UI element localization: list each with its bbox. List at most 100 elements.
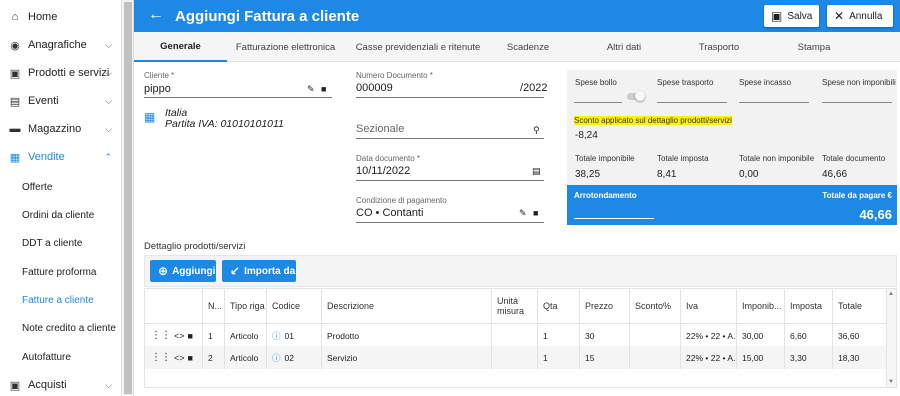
cell-imposta[interactable]: 3,30 bbox=[785, 346, 833, 369]
calendar-icon[interactable]: ▤ bbox=[532, 166, 541, 177]
cliente-input[interactable]: pippo bbox=[144, 83, 171, 95]
trash-icon[interactable]: ■ bbox=[188, 353, 193, 363]
sidebar-subitem-note-credito[interactable]: Note credito a cliente bbox=[0, 314, 122, 342]
code-icon[interactable]: <> bbox=[174, 331, 185, 341]
cell-tipo[interactable]: Articolo bbox=[225, 346, 267, 369]
cell-codice[interactable]: ⓘ 01 bbox=[267, 324, 322, 347]
cell-totale[interactable]: 18,30 bbox=[833, 346, 888, 369]
sidebar-item-home[interactable]: ⌂ Home bbox=[0, 3, 122, 31]
sidebar-subitem-proforma[interactable]: Fatture proforma bbox=[0, 258, 122, 286]
grid-header-codice[interactable]: Codice bbox=[267, 289, 322, 323]
tab-casse[interactable]: Casse previdenziali e ritenute bbox=[344, 32, 492, 62]
cell-descrizione[interactable]: Prodotto bbox=[322, 324, 492, 347]
drag-handle-icon[interactable]: ⋮⋮ bbox=[151, 352, 171, 363]
cell-unita[interactable] bbox=[492, 324, 538, 347]
sidebar-subitem-label: DDT a cliente bbox=[22, 237, 83, 249]
sidebar-subitem-autofatture[interactable]: Autofatture bbox=[0, 343, 122, 371]
sidebar-item-vendite[interactable]: ▦ Vendite ⌃ bbox=[0, 143, 122, 171]
cell-tipo[interactable]: Articolo bbox=[225, 324, 267, 347]
spese-non-imponibili-input[interactable] bbox=[822, 102, 892, 103]
grid-header-imposta[interactable]: Imposta bbox=[785, 289, 833, 323]
add-row-button[interactable]: ⊕ Aggiungi bbox=[150, 260, 216, 282]
cell-codice[interactable]: ⓘ 02 bbox=[267, 346, 322, 369]
grid-header-prezzo[interactable]: Prezzo bbox=[580, 289, 630, 323]
grid-header-totale[interactable]: Totale bbox=[833, 289, 888, 323]
spese-bollo-input[interactable] bbox=[574, 102, 622, 103]
grid-header-iva[interactable]: Iva bbox=[681, 289, 737, 323]
totale-imposta-label: Totale imposta bbox=[657, 154, 709, 163]
tab-bar: Generale Fatturazione elettronica Casse … bbox=[134, 32, 900, 62]
cell-sconto[interactable] bbox=[630, 346, 681, 369]
cell-totale[interactable]: 36,60 bbox=[833, 324, 888, 347]
grid-header-sconto[interactable]: Sconto% bbox=[630, 289, 681, 323]
sidebar-item-magazzino[interactable]: ▬ Magazzino ⌵ bbox=[0, 115, 122, 143]
tab-altri-dati[interactable]: Altri dati bbox=[564, 32, 684, 62]
cell-iva[interactable]: 22% • 22 • A... bbox=[681, 346, 737, 369]
cell-unita[interactable] bbox=[492, 346, 538, 369]
bollo-toggle-knob[interactable] bbox=[635, 91, 645, 101]
cell-imponibile[interactable]: 15,00 bbox=[737, 346, 785, 369]
cell-qta[interactable]: 1 bbox=[538, 324, 580, 347]
scrollbar-thumb[interactable] bbox=[124, 2, 132, 394]
sidebar-item-anagrafiche[interactable]: ◉ Anagrafiche ⌵ bbox=[0, 31, 122, 59]
sidebar-subitem-ddt[interactable]: DDT a cliente bbox=[0, 229, 122, 257]
tab-stampa[interactable]: Stampa bbox=[754, 32, 874, 62]
cell-descrizione[interactable]: Servizio bbox=[322, 346, 492, 369]
grid-scrollbar[interactable]: ▲ ▼ bbox=[886, 289, 896, 387]
tab-trasporto[interactable]: Trasporto bbox=[684, 32, 754, 62]
chevron-down-icon: ⌵ bbox=[105, 95, 112, 106]
cell-imponibile[interactable]: 30,00 bbox=[737, 324, 785, 347]
grid-header-descrizione[interactable]: Descrizione bbox=[322, 289, 492, 323]
pagamento-input[interactable]: CO • Contanti bbox=[356, 207, 423, 219]
sidebar-item-prodotti[interactable]: ▣ Prodotti e servizi ⌵ bbox=[0, 59, 122, 87]
cell-n[interactable]: 1 bbox=[203, 324, 225, 347]
data-input[interactable]: 10/11/2022 bbox=[356, 165, 410, 177]
spese-trasporto-input[interactable] bbox=[657, 102, 727, 103]
table-row[interactable]: ⋮⋮ <> ■ 2 Articolo ⓘ 02 Servizio 1 15 22… bbox=[145, 346, 888, 369]
cell-n[interactable]: 2 bbox=[203, 346, 225, 369]
arrotondamento-input[interactable] bbox=[574, 218, 654, 219]
tab-scadenze[interactable]: Scadenze bbox=[492, 32, 564, 62]
sidebar-item-acquisti[interactable]: ▣ Acquisti ⌵ bbox=[0, 371, 122, 396]
trash-icon[interactable]: ■ bbox=[321, 84, 326, 94]
back-arrow-icon[interactable]: ← bbox=[148, 6, 164, 24]
search-icon[interactable]: ⚲ bbox=[533, 125, 540, 136]
scroll-down-icon[interactable]: ▼ bbox=[888, 379, 894, 385]
cell-sconto[interactable] bbox=[630, 324, 681, 347]
import-button[interactable]: ↙ Importa da bbox=[222, 260, 296, 282]
grid-header-unita[interactable]: Unità misura bbox=[492, 289, 538, 323]
spese-incasso-input[interactable] bbox=[739, 102, 809, 103]
grid-header-qta[interactable]: Qta bbox=[538, 289, 580, 323]
info-icon[interactable]: ⓘ bbox=[272, 330, 281, 342]
drag-handle-icon[interactable]: ⋮⋮ bbox=[151, 330, 171, 341]
cell-iva[interactable]: 22% • 22 • A... bbox=[681, 324, 737, 347]
sidebar-subitem-ordini[interactable]: Ordini da cliente bbox=[0, 201, 122, 229]
table-row[interactable]: ⋮⋮ <> ■ 1 Articolo ⓘ 01 Prodotto 1 30 22… bbox=[145, 323, 888, 347]
sidebar-item-eventi[interactable]: ▤ Eventi ⌵ bbox=[0, 87, 122, 115]
numero-input[interactable]: 000009 bbox=[356, 82, 393, 94]
trash-icon[interactable]: ■ bbox=[533, 208, 538, 218]
scroll-up-icon[interactable]: ▲ bbox=[888, 291, 894, 297]
grid-header-n[interactable]: N... bbox=[203, 289, 225, 323]
code-icon[interactable]: <> bbox=[174, 353, 185, 363]
grid-header-tipo[interactable]: Tipo riga bbox=[225, 289, 267, 323]
cell-prezzo[interactable]: 15 bbox=[580, 346, 630, 369]
cell-imposta[interactable]: 6,60 bbox=[785, 324, 833, 347]
cell-qta[interactable]: 1 bbox=[538, 346, 580, 369]
tab-fatturazione[interactable]: Fatturazione elettronica bbox=[227, 32, 344, 62]
info-icon[interactable]: ⓘ bbox=[272, 352, 281, 364]
pencil-icon[interactable]: ✎ bbox=[519, 208, 527, 219]
pencil-icon[interactable]: ✎ bbox=[307, 84, 315, 95]
sezionale-input[interactable]: Sezionale bbox=[356, 123, 404, 135]
spese-incasso-label: Spese incasso bbox=[739, 78, 792, 87]
sidebar-subitem-offerte[interactable]: Offerte bbox=[0, 173, 122, 201]
trash-icon[interactable]: ■ bbox=[188, 331, 193, 341]
save-button[interactable]: ▣ Salva bbox=[764, 5, 819, 27]
sidebar-item-label: Eventi bbox=[28, 95, 59, 107]
cell-prezzo[interactable]: 30 bbox=[580, 324, 630, 347]
cancel-button[interactable]: ✕ Annulla bbox=[827, 5, 893, 27]
tab-generale[interactable]: Generale bbox=[134, 32, 227, 62]
sidebar-scrollbar[interactable] bbox=[122, 0, 134, 396]
grid-header-imponibile[interactable]: Imponib... bbox=[737, 289, 785, 323]
sidebar-subitem-fatture[interactable]: Fatture a cliente bbox=[0, 286, 122, 314]
